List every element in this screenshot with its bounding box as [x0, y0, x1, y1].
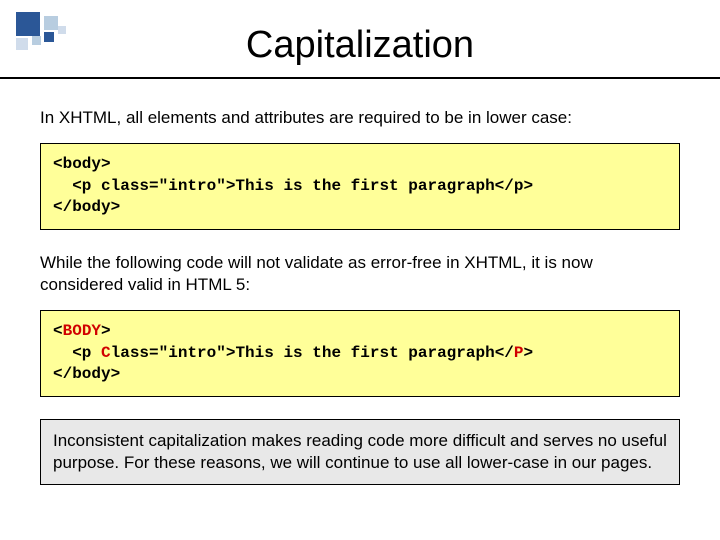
- code-text: >: [524, 344, 534, 362]
- deco-square: [58, 26, 66, 34]
- code-example-valid: <body> <p class="intro">This is the firs…: [40, 143, 680, 230]
- code-text: >: [101, 322, 111, 340]
- code-highlight: BODY: [63, 322, 101, 340]
- code-highlight: P: [514, 344, 524, 362]
- code-line: <p class="intro">This is the first parag…: [53, 177, 533, 195]
- corner-decoration: [0, 12, 130, 52]
- code-text: lass="intro">This is the first paragraph…: [111, 344, 514, 362]
- note-box: Inconsistent capitalization makes readin…: [40, 419, 680, 485]
- deco-square: [16, 12, 40, 36]
- intro-paragraph: In XHTML, all elements and attributes ar…: [40, 107, 680, 129]
- code-highlight: C: [101, 344, 111, 362]
- code-text: <p: [53, 344, 101, 362]
- code-example-invalid: <BODY> <p Class="intro">This is the firs…: [40, 310, 680, 397]
- code-text: <: [53, 322, 63, 340]
- middle-paragraph: While the following code will not valida…: [40, 252, 680, 296]
- code-text: </body>: [53, 365, 120, 383]
- deco-square: [44, 32, 54, 42]
- code-line: <body>: [53, 155, 111, 173]
- code-line: </body>: [53, 198, 120, 216]
- deco-square: [44, 16, 58, 30]
- slide-content: In XHTML, all elements and attributes ar…: [0, 79, 720, 485]
- deco-square: [16, 38, 28, 50]
- deco-square: [32, 36, 41, 45]
